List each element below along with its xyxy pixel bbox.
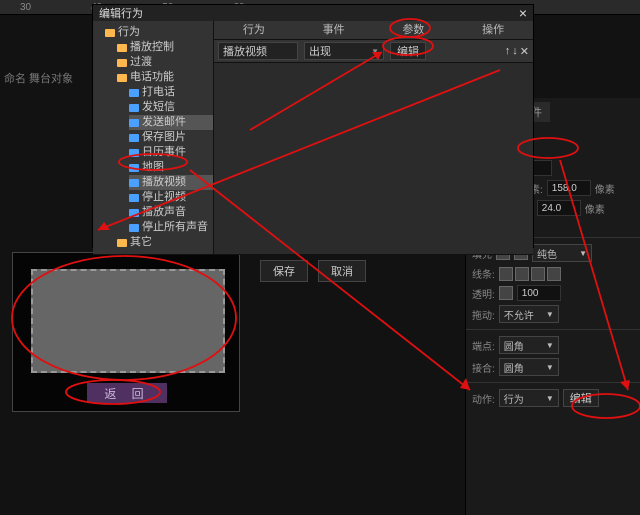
folder-icon [105, 29, 115, 37]
edit-button[interactable]: 编辑 [390, 42, 426, 60]
tab-operate[interactable]: 操作 [453, 21, 533, 39]
event-select[interactable]: 出现▼ [304, 42, 384, 60]
action-edit-button[interactable]: 编辑 [563, 389, 599, 407]
tree-item-selected[interactable]: 播放视频 [129, 175, 213, 190]
action-icon [129, 209, 139, 217]
delete-icon[interactable]: ✕ [520, 45, 529, 58]
tree-root[interactable]: 行为 [105, 25, 213, 40]
tab-params[interactable]: 参数 [374, 21, 454, 39]
behavior-select[interactable]: 播放视频 [218, 42, 298, 60]
edit-behavior-dialog: 编辑行为 × 行为 播放控制 过渡 电话功能 打电话 发短信 发送邮件 保存图片… [92, 4, 534, 248]
behavior-content [214, 63, 533, 254]
tree-group[interactable]: 电话功能 [117, 70, 213, 85]
cap-select[interactable]: 圆角▼ [499, 336, 559, 354]
action-icon [129, 89, 139, 97]
tree-item[interactable]: 停止视频 [129, 190, 213, 205]
tab-behavior[interactable]: 行为 [214, 21, 294, 39]
action-icon [129, 224, 139, 232]
action-icon [129, 194, 139, 202]
tree-item[interactable]: 发短信 [129, 100, 213, 115]
tree-item[interactable]: 地图 [129, 160, 213, 175]
action-icon [129, 164, 139, 172]
opacity-field[interactable]: 100 [517, 285, 561, 301]
folder-icon [117, 44, 127, 52]
action-icon [129, 119, 139, 127]
action-select[interactable]: 行为▼ [499, 389, 559, 407]
close-icon[interactable]: × [519, 5, 527, 21]
action-icon [129, 149, 139, 157]
cancel-button[interactable]: 取消 [318, 260, 366, 282]
stage-object-label: 命名 舞台对象 [4, 70, 73, 86]
tree-item[interactable]: 发送邮件 [129, 115, 213, 130]
tab-event[interactable]: 事件 [294, 21, 374, 39]
fill-mode-select[interactable]: 纯色▼ [532, 244, 592, 262]
row-ops: ↑ ↓ ✕ [505, 45, 529, 58]
tree-item[interactable]: 保存图片 [129, 130, 213, 145]
action-icon [129, 104, 139, 112]
behavior-row: 播放视频 出现▼ 编辑 ↑ ↓ ✕ [214, 40, 533, 63]
folder-icon [117, 239, 127, 247]
tree-group[interactable]: 播放控制 [117, 40, 213, 55]
height-field[interactable]: 158.0 [547, 180, 591, 196]
tree-item[interactable]: 日历事件 [129, 145, 213, 160]
move-down-icon[interactable]: ↓ [512, 45, 518, 58]
dialog-titlebar[interactable]: 编辑行为 × [93, 5, 533, 21]
behavior-tree[interactable]: 行为 播放控制 过渡 电话功能 打电话 发短信 发送邮件 保存图片 日历事件 地… [93, 21, 214, 254]
folder-icon [117, 74, 127, 82]
ruler-tick: 30 [20, 2, 31, 13]
chevron-down-icon: ▼ [371, 47, 379, 56]
join-select[interactable]: 圆角▼ [499, 358, 559, 376]
tree-group[interactable]: 其它 [117, 235, 213, 250]
back-button[interactable]: 返 回 [87, 383, 167, 403]
tree-group[interactable]: 过渡 [117, 55, 213, 70]
save-button[interactable]: 保存 [260, 260, 308, 282]
tree-item[interactable]: 播放声音 [129, 205, 213, 220]
action-icon [129, 134, 139, 142]
tree-item[interactable]: 打电话 [129, 85, 213, 100]
top-field[interactable]: 24.0 [537, 200, 581, 216]
behavior-tabs: 行为 事件 参数 操作 [214, 21, 533, 40]
opacity-swatch[interactable] [499, 286, 513, 300]
drag-select[interactable]: 不允许▼ [499, 305, 559, 323]
folder-icon [117, 59, 127, 67]
action-icon [129, 179, 139, 187]
dialog-title: 编辑行为 [99, 5, 143, 21]
tree-item[interactable]: 停止所有声音 [129, 220, 213, 235]
move-up-icon[interactable]: ↑ [505, 45, 511, 58]
